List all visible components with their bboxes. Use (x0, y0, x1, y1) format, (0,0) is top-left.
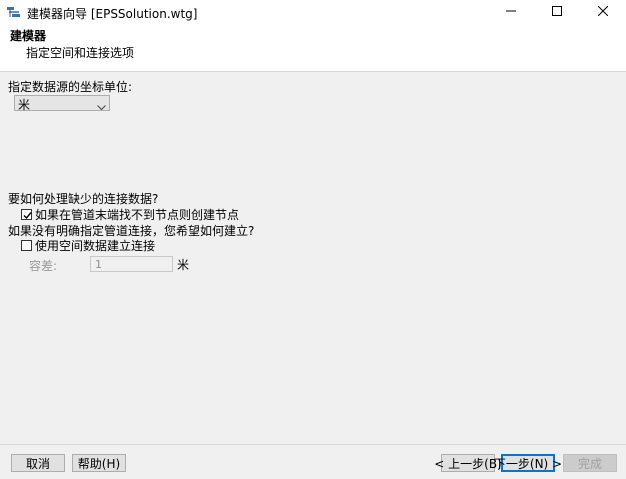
spatial-connect-label: 使用空间数据建立连接 (35, 239, 156, 253)
close-icon (597, 5, 609, 19)
tolerance-value: 1 (95, 258, 102, 271)
finish-button[interactable]: 完成 (563, 454, 617, 472)
tolerance-label: 容差: (29, 259, 58, 273)
create-nodes-checkbox[interactable] (21, 209, 32, 220)
title-bar: 建模器向导 [EPSSolution.wtg] (0, 0, 626, 24)
page-subtitle: 指定空间和连接选项 (26, 46, 135, 60)
cancel-button[interactable]: 取消 (11, 454, 65, 472)
checkmark-icon (23, 212, 32, 220)
help-button[interactable]: 帮助(H) (72, 454, 126, 472)
missing-data-question: 要如何处理缺少的连接数据? (8, 192, 159, 206)
next-button[interactable]: 下一步(N) > (494, 454, 562, 472)
create-nodes-label: 如果在管道末端找不到节点则创建节点 (35, 208, 240, 222)
wizard-header: 建模器 指定空间和连接选项 (0, 24, 626, 72)
tolerance-unit: 米 (177, 258, 190, 272)
window-title: 建模器向导 [EPSSolution.wtg] (27, 7, 198, 21)
minimize-button[interactable] (488, 0, 534, 24)
modeler-app-icon (6, 5, 22, 19)
minimize-icon (506, 5, 516, 19)
create-nodes-option[interactable]: 如果在管道末端找不到节点则创建节点 (21, 206, 239, 223)
spatial-connect-checkbox[interactable] (21, 240, 32, 251)
spatial-connect-option[interactable]: 使用空间数据建立连接 (21, 237, 155, 254)
page-title: 建模器 (10, 29, 47, 43)
close-button[interactable] (580, 0, 626, 24)
maximize-button[interactable] (534, 0, 580, 24)
tolerance-input[interactable]: 1 (90, 256, 173, 272)
maximize-icon (552, 5, 562, 19)
coordinate-unit-select[interactable]: 米 (14, 95, 110, 112)
chevron-down-icon (97, 100, 106, 111)
back-button[interactable]: < 上一步(B) (434, 454, 502, 472)
footer-divider (0, 444, 626, 445)
coordinate-unit-value: 米 (18, 98, 31, 112)
coordinate-unit-label: 指定数据源的坐标单位: (8, 80, 133, 94)
